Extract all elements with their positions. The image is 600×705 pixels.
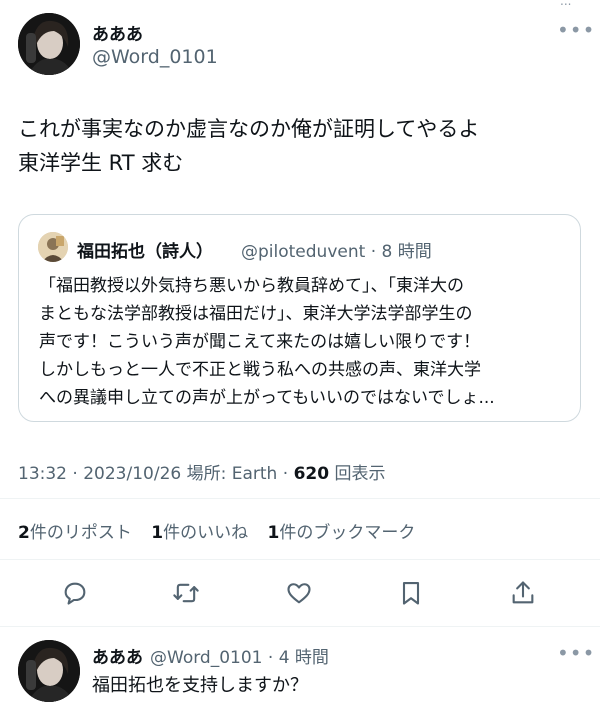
bookmark-button[interactable]	[393, 575, 429, 611]
share-button[interactable]	[505, 575, 541, 611]
quoted-text-line: 「福田教授以外気持ち悪いから教員辞めて」、「東洋大の	[39, 276, 464, 296]
post-meta: 13:32 · 2023/10/26 場所: Earth · 620 回表示	[18, 459, 385, 484]
post-date[interactable]: 2023/10/26	[83, 464, 181, 484]
more-options-icon[interactable]: •••	[557, 20, 595, 40]
reply-avatar[interactable]	[18, 640, 80, 702]
author-name[interactable]: あああ	[92, 20, 143, 45]
share-icon	[512, 581, 534, 604]
quoted-text-line: しかしもっと一人で不正と戦う私への共感の声、東洋大学	[39, 360, 481, 380]
bookmarks-stat[interactable]: 1件のブックマーク	[268, 523, 416, 543]
quoted-post-card[interactable]: 福田拓也（詩人） @piloteduvent · 8 時間 「福田教授以外気持ち…	[18, 214, 581, 422]
avatar-image	[18, 13, 80, 75]
post-time[interactable]: 13:32	[18, 464, 67, 484]
views-label: 回表示	[334, 464, 386, 484]
meta-separator: ·	[370, 242, 377, 262]
quoted-text-line: まともな法学部教授は福田だけ」、東洋大学法学部学生の	[39, 304, 473, 324]
post-text: これが事実なのか虚言なのか俺が証明してやるよ 東洋学生 RT 求む	[18, 112, 578, 180]
quoted-post-text: 「福田教授以外気持ち悪いから教員辞めて」、「東洋大の まともな法学部教授は福田だ…	[39, 272, 569, 412]
reply-button[interactable]	[57, 575, 93, 611]
quoted-avatar-image	[38, 232, 68, 262]
quoted-text-line: 声です！こういう声が聞こえて来たのは嬉しい限りです！	[39, 332, 481, 352]
bookmark-icon	[402, 582, 420, 605]
reply-author-meta: @Word_0101 · 4 時間	[150, 643, 329, 668]
like-icon	[287, 583, 311, 604]
reply-text: 福田拓也を支持しますか？	[92, 675, 308, 696]
reposts-stat[interactable]: 2件のリポスト	[18, 523, 132, 543]
quoted-text-line: への異議申し立ての声が上がってもいいのではないでしょ...	[39, 388, 495, 408]
like-button[interactable]	[281, 575, 317, 611]
divider	[0, 626, 600, 627]
likes-count: 1	[151, 523, 164, 543]
author-handle[interactable]: @Word_0101	[92, 46, 218, 68]
meta-separator: ·	[267, 648, 274, 668]
post-text-line: これが事実なのか虚言なのか俺が証明してやるよ	[18, 117, 480, 141]
likes-label: 件のいいね	[163, 523, 249, 543]
meta-separator: ·	[282, 464, 289, 484]
meta-separator: ·	[72, 464, 78, 484]
repost-icon	[173, 583, 199, 603]
post-location: 場所: Earth	[186, 464, 278, 484]
top-overflow-dots: ...	[560, 0, 572, 8]
divider	[0, 559, 600, 560]
likes-stat[interactable]: 1件のいいね	[151, 523, 248, 543]
more-options-icon[interactable]: •••	[557, 643, 595, 663]
reply-time[interactable]: 4 時間	[279, 648, 329, 668]
bookmarks-count: 1	[267, 523, 280, 543]
reposts-label: 件のリポスト	[29, 523, 132, 543]
post-text-line: 東洋学生 RT 求む	[18, 151, 184, 175]
avatar-image	[18, 640, 80, 702]
bookmarks-label: 件のブックマーク	[279, 523, 416, 543]
quoted-author-name: 福田拓也（詩人）	[77, 242, 213, 262]
quoted-post-time: 8 時間	[381, 242, 432, 262]
avatar[interactable]	[18, 13, 80, 75]
engagement-stats: 2件のリポスト 1件のいいね 1件のブックマーク	[18, 518, 415, 543]
reply-author-handle[interactable]: @Word_0101	[150, 648, 262, 668]
quoted-author-handle: @piloteduvent	[241, 242, 366, 262]
divider	[0, 498, 600, 499]
repost-button[interactable]	[168, 575, 204, 611]
views-count: 620	[293, 464, 330, 484]
quoted-avatar	[38, 232, 68, 262]
reposts-count: 2	[18, 523, 30, 543]
reply-author-name[interactable]: あああ	[92, 643, 143, 668]
quoted-author-meta: @piloteduvent · 8 時間	[241, 237, 432, 262]
reply-icon	[64, 582, 86, 605]
